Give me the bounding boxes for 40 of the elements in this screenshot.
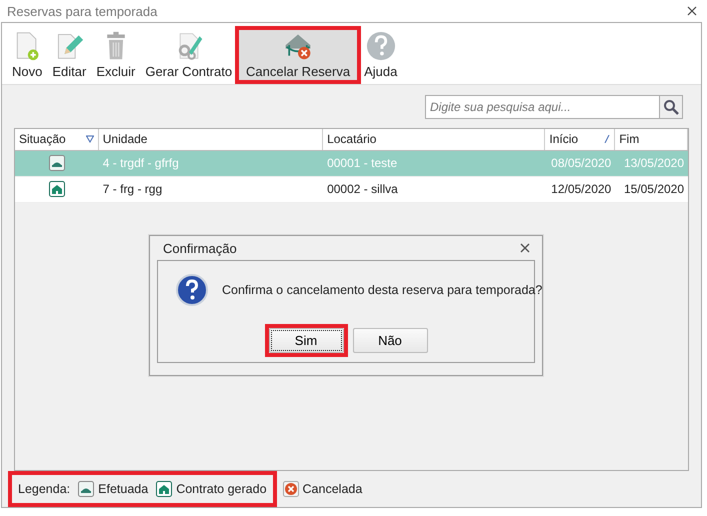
new-button[interactable]: Novo: [8, 29, 46, 82]
edit-button[interactable]: Editar: [48, 29, 90, 82]
help-icon: [364, 31, 397, 62]
filter-icon[interactable]: [86, 135, 94, 144]
legend-text: Contrato gerado: [176, 482, 267, 496]
dialog-message: Confirma o cancelamento desta reserva para temporada?: [222, 283, 542, 297]
house-status-icon: [48, 181, 65, 198]
help-button[interactable]: Ajuda: [360, 29, 402, 82]
legend-label: Legenda:: [18, 482, 70, 496]
window-title: Reservas para temporada: [7, 4, 158, 18]
column-header[interactable]: Situação: [19, 132, 66, 146]
dialog-button[interactable]: Sim: [268, 328, 344, 353]
table-cell: 15/05/2020: [624, 182, 684, 196]
sort-icon[interactable]: [604, 135, 610, 144]
delete-button[interactable]: Excluir: [92, 29, 140, 82]
dialog-button[interactable]: Não: [352, 328, 428, 353]
close-icon[interactable]: [520, 243, 530, 253]
cancel-button[interactable]: Cancelar Reserva: [238, 29, 358, 82]
table-cell: 7 - frg - rgg: [102, 182, 162, 196]
column-header[interactable]: Início: [549, 132, 578, 146]
legend-text: Efetuada: [98, 482, 148, 496]
cancel-status-icon: [282, 481, 299, 498]
table-cell: 08/05/2020: [551, 156, 612, 170]
table-cell: 13/05/2020: [624, 156, 684, 170]
dialog-title: Confirmação: [163, 240, 237, 256]
table-cell: 00001 - teste: [327, 156, 398, 170]
table-cell: 00002 - sillva: [327, 182, 398, 196]
column-header[interactable]: Unidade: [102, 132, 148, 146]
column-header[interactable]: Locatário: [327, 132, 376, 146]
house-status-icon: [156, 481, 172, 498]
table-cell: 4 - trgdf - gfrfg: [102, 156, 179, 170]
table-row[interactable]: 7 - frg - rgg 00002 - sillva 12/05/2020 15/05/2020: [15, 176, 688, 203]
question-icon: [176, 274, 208, 306]
table-cell: 12/05/2020: [551, 182, 612, 196]
legend-text: Cancelada: [302, 482, 362, 496]
search-field[interactable]: Digite sua pesquisa aqui...: [425, 95, 659, 119]
search-icon[interactable]: [663, 99, 679, 116]
contract-button[interactable]: Gerar Contrato: [141, 29, 236, 82]
close-icon[interactable]: [687, 6, 697, 16]
column-header[interactable]: Fim: [619, 132, 640, 146]
